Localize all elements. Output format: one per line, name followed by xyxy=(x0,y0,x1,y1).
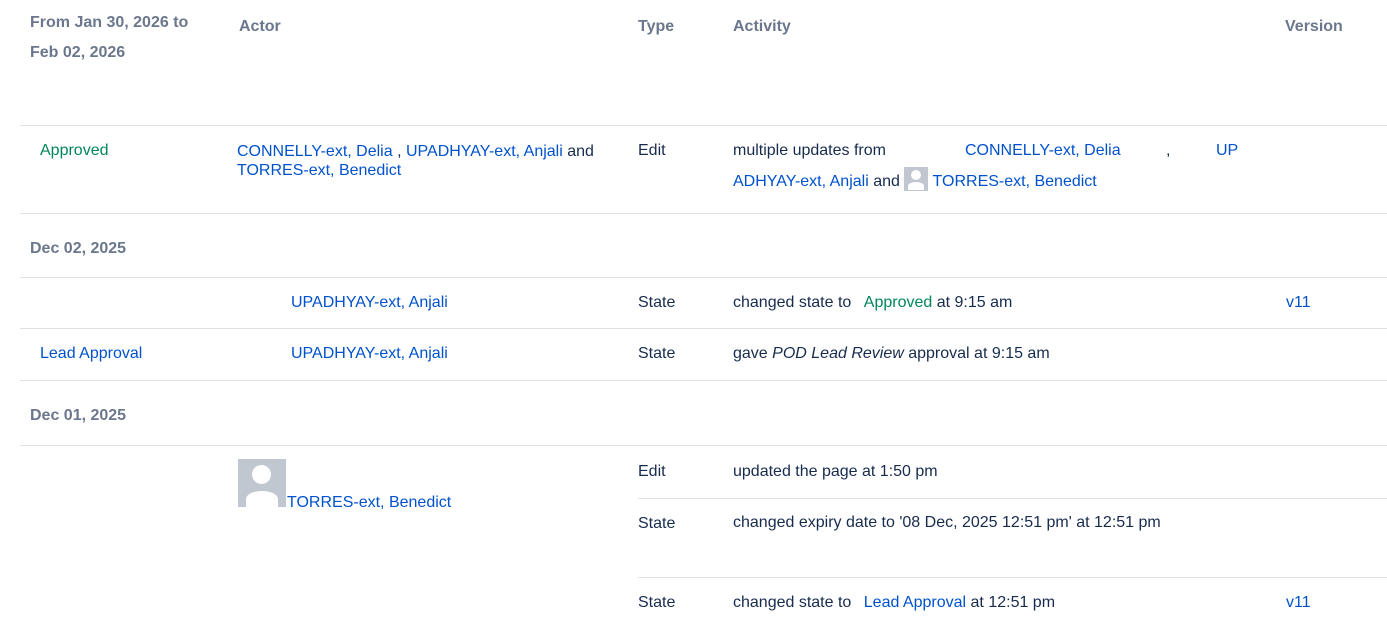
period-header: From Jan 30, 2026 to Feb 02, 2026 xyxy=(30,14,189,61)
type-cell: State xyxy=(638,294,676,311)
state-label: Approved xyxy=(863,294,933,311)
activity-text: changed state to xyxy=(733,594,852,611)
state-label: Approved xyxy=(40,142,109,159)
actor-link-part[interactable]: UP xyxy=(1216,142,1238,160)
date-group-header: Dec 01, 2025 xyxy=(20,381,1387,446)
actor-link[interactable]: UPADHYAY-ext, Anjali xyxy=(406,143,563,160)
activity-cell: changed state to Approved at 9:15 am xyxy=(733,294,1012,312)
activity-cell: updated the page at 1:50 pm xyxy=(733,463,938,480)
type-cell: Edit xyxy=(638,463,666,480)
separator: , xyxy=(1166,142,1171,159)
approval-name: POD Lead Review xyxy=(772,345,904,362)
activity-cell: multiple updates from CONNELLY-ext, Deli… xyxy=(733,142,1278,194)
separator: , xyxy=(397,143,402,160)
and-text: and xyxy=(567,143,594,160)
activity-header: Activity xyxy=(733,18,791,35)
actor-link[interactable]: CONNELLY-ext, Delia xyxy=(237,143,393,160)
state-link[interactable]: Lead Approval xyxy=(864,594,966,611)
actor-link[interactable]: ADHYAY-ext, Anjali xyxy=(733,173,869,190)
activity-cell: changed state to Lead Approval at 12:51 … xyxy=(733,594,1055,612)
row-divider xyxy=(638,577,1387,578)
table-row: Lead Approval UPADHYAY-ext, Anjali State… xyxy=(20,329,1387,381)
actor-header: Actor xyxy=(239,18,281,35)
activity-cell: gave POD Lead Review approval at 9:15 am xyxy=(733,345,1050,363)
row-divider xyxy=(638,498,1387,499)
actor-link[interactable]: TORRES-ext, Benedict xyxy=(933,173,1097,190)
avatar-icon xyxy=(904,167,929,191)
activity-text: changed state to xyxy=(733,294,852,311)
avatar-icon xyxy=(238,459,286,507)
activity-text: approval at 9:15 am xyxy=(908,345,1050,362)
actor-link[interactable]: TORRES-ext, Benedict xyxy=(237,162,401,179)
version-link[interactable]: v11 xyxy=(1286,294,1311,312)
actor-link[interactable]: CONNELLY-ext, Delia xyxy=(965,142,1121,160)
table-header: From Jan 30, 2026 to Feb 02, 2026 Actor … xyxy=(20,0,1387,126)
state-label-link[interactable]: Lead Approval xyxy=(40,345,142,363)
activity-cell: changed expiry date to '08 Dec, 2025 12:… xyxy=(733,514,1161,531)
actor-link[interactable]: UPADHYAY-ext, Anjali xyxy=(291,294,448,312)
type-cell: Edit xyxy=(638,142,666,159)
activity-text: at 9:15 am xyxy=(936,294,1013,311)
type-cell: State xyxy=(638,515,676,532)
date-label: Dec 02, 2025 xyxy=(30,240,127,257)
table-row: UPADHYAY-ext, Anjali State changed state… xyxy=(20,278,1387,329)
date-group-header: Dec 02, 2025 xyxy=(20,214,1387,278)
table-row-group: TORRES-ext, Benedict Edit updated the pa… xyxy=(20,446,1387,620)
actor-cell: CONNELLY-ext, Delia , UPADHYAY-ext, Anja… xyxy=(237,142,607,180)
version-link[interactable]: v11 xyxy=(1286,594,1311,612)
version-header: Version xyxy=(1285,18,1343,35)
activity-text: gave xyxy=(733,345,768,362)
actor-link[interactable]: TORRES-ext, Benedict xyxy=(287,494,451,512)
table-row: Approved CONNELLY-ext, Delia , UPADHYAY-… xyxy=(20,126,1387,214)
activity-text: at 12:51 pm xyxy=(970,594,1056,611)
type-cell: State xyxy=(638,594,676,611)
actor-link[interactable]: UPADHYAY-ext, Anjali xyxy=(291,345,448,363)
activity-text: multiple updates from xyxy=(733,142,886,159)
type-cell: State xyxy=(638,345,676,362)
date-label: Dec 01, 2025 xyxy=(30,407,127,424)
type-header: Type xyxy=(638,18,675,35)
and-text: and xyxy=(873,173,900,191)
